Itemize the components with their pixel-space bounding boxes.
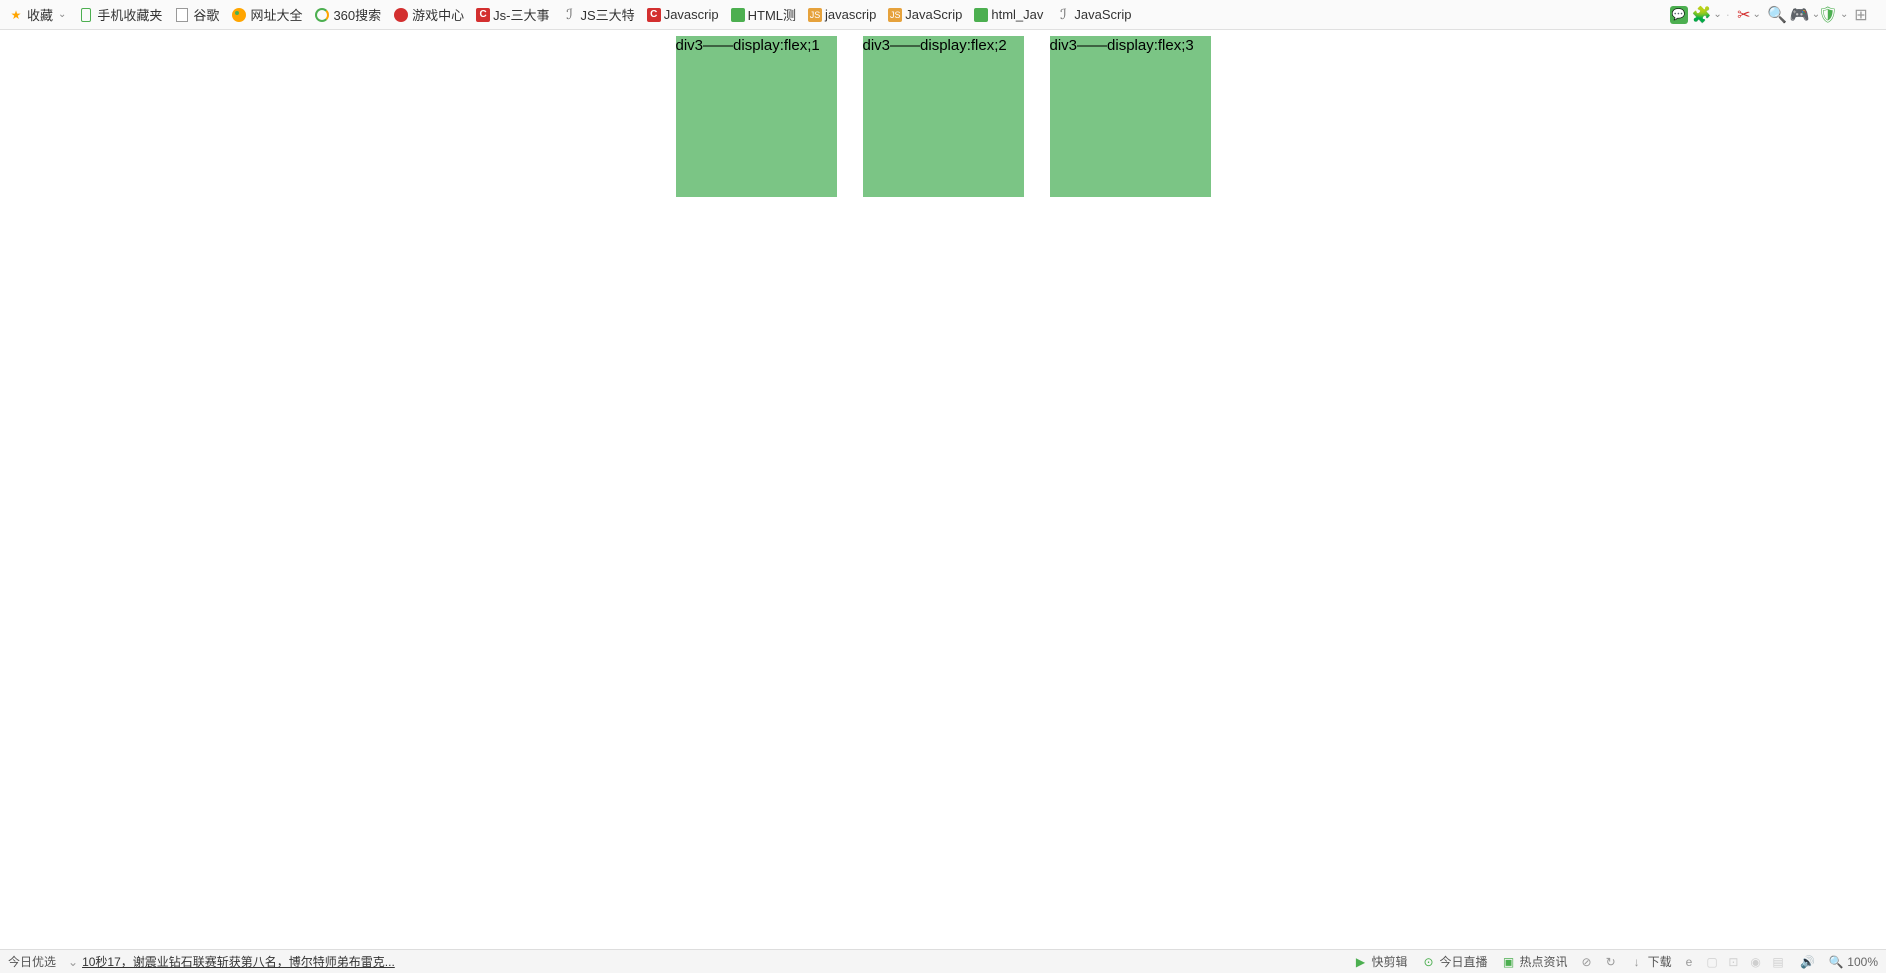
status-bar: 今日优选 ⌄ 10秒17，谢震业钻石联赛斩获第八名，博尔特师弟布雷克... ▶ … [0, 949, 1886, 973]
download-button[interactable]: ↓ 下载 [1630, 953, 1672, 970]
bookmark-javascript-2[interactable]: JS javascrip [808, 7, 876, 22]
refresh-icon[interactable]: ↻ [1606, 955, 1616, 969]
quick-clip-label: 快剪辑 [1371, 953, 1407, 970]
disabled-icon-3: ◉ [1750, 955, 1764, 969]
page-content: div3——display:flex;1 div3——display:flex;… [0, 30, 1886, 197]
hot-news-label: 热点资讯 [1520, 953, 1568, 970]
clip-icon: ▶ [1353, 955, 1367, 969]
message-icon[interactable]: 💬 [1670, 6, 1688, 24]
play-icon: ⊙ [1421, 955, 1435, 969]
bookmark-right-toolbar: 💬 🧩⌄ · ✂⌄ 🔍 🎮⌄ 🛡⌄ ⊞ [1670, 6, 1878, 24]
separator: · [1726, 7, 1730, 22]
bookmark-label: JS三大特 [581, 5, 635, 24]
download-icon: ↓ [1630, 955, 1644, 969]
flex-box-2: div3——display:flex;2 [863, 36, 1024, 197]
zoom-value: 100% [1847, 955, 1878, 969]
bookmark-favorite[interactable]: ★ 收藏 ⌄ [8, 5, 66, 24]
page-icon [174, 7, 190, 23]
bookmark-bar: ★ 收藏 ⌄ 手机收藏夹 谷歌 网址大全 360搜索 游戏中心 C Js-三大事 [0, 0, 1886, 30]
bookmark-html-test[interactable]: HTML测 [731, 5, 796, 24]
status-right-group: ▶ 快剪辑 ⊙ 今日直播 ▣ 热点资讯 ⊘ ↻ ↓ 下载 e ▢ ⊡ ◉ ▤ 🔊… [1353, 953, 1878, 970]
disabled-icon-2: ⊡ [1728, 955, 1742, 969]
bookmark-label: Js-三大事 [493, 5, 549, 24]
status-left-group: 今日优选 ⌄ 10秒17，谢震业钻石联赛斩获第八名，博尔特师弟布雷克... [8, 953, 395, 970]
green-icon [974, 8, 988, 22]
box-label: div3——display:flex;1 [676, 37, 820, 54]
bookmark-mobile-fav[interactable]: 手机收藏夹 [78, 5, 162, 24]
bookmark-label: JavaScrip [905, 7, 962, 22]
download-label: 下载 [1648, 953, 1672, 970]
bookmark-label: Javascrip [664, 7, 719, 22]
bookmark-label: html_Jav [991, 7, 1043, 22]
today-pick[interactable]: 今日优选 [8, 953, 56, 970]
bookmark-360-search[interactable]: 360搜索 [314, 5, 381, 24]
today-pick-label: 今日优选 [8, 953, 56, 970]
today-live-button[interactable]: ⊙ 今日直播 [1421, 953, 1487, 970]
chevron-down-icon: ⌄ [68, 955, 78, 969]
news-scroll[interactable]: ⌄ 10秒17，谢震业钻石联赛斩获第八名，博尔特师弟布雷克... [68, 953, 395, 970]
gamepad-icon[interactable]: 🎮⌄ [1796, 6, 1814, 24]
bookmark-game-center[interactable]: 游戏中心 [393, 5, 464, 24]
today-live-label: 今日直播 [1439, 953, 1487, 970]
box-label: div3——display:flex;3 [1050, 37, 1194, 54]
bookmark-label: 游戏中心 [412, 5, 464, 24]
game-icon [393, 7, 409, 23]
c-icon: C [476, 8, 490, 22]
bookmark-google[interactable]: 谷歌 [174, 5, 219, 24]
bookmark-label: 谷歌 [193, 5, 219, 24]
volume-icon[interactable]: 🔊 [1800, 955, 1815, 969]
news-icon: ▣ [1502, 955, 1516, 969]
flex-container: div3——display:flex;1 div3——display:flex;… [676, 36, 1211, 197]
pc-icon[interactable]: e [1686, 955, 1693, 969]
flex-box-1: div3——display:flex;1 [676, 36, 837, 197]
shield-icon[interactable]: 🛡⌄ [1824, 6, 1842, 24]
globe-icon [231, 7, 247, 23]
disabled-icon-4: ▤ [1772, 955, 1786, 969]
hot-news-button[interactable]: ▣ 热点资讯 [1502, 953, 1568, 970]
jsx-icon: JS [888, 8, 902, 22]
bookmark-js-three-lite[interactable]: ℐ JS三大特 [562, 5, 635, 24]
box-label: div3——display:flex;2 [863, 37, 1007, 54]
apps-grid-icon[interactable]: ⊞ [1852, 6, 1870, 24]
bookmark-label: javascrip [825, 7, 876, 22]
disabled-icon-1: ▢ [1706, 955, 1720, 969]
quick-clip-button[interactable]: ▶ 快剪辑 [1353, 953, 1407, 970]
zoom-control[interactable]: 🔍 100% [1829, 955, 1878, 969]
disabled-icons-group: ▢ ⊡ ◉ ▤ [1706, 955, 1786, 969]
js-icon: ℐ [1055, 7, 1071, 23]
c-icon: C [647, 8, 661, 22]
360-icon [314, 7, 330, 23]
bookmark-js-three[interactable]: C Js-三大事 [476, 5, 549, 24]
bookmark-site-nav[interactable]: 网址大全 [231, 5, 302, 24]
bookmark-label: HTML测 [748, 5, 796, 24]
star-icon: ★ [8, 7, 24, 23]
bookmark-label: 收藏 [27, 5, 53, 24]
bookmark-javascript-3[interactable]: JS JavaScrip [888, 7, 962, 22]
bookmark-left-group: ★ 收藏 ⌄ 手机收藏夹 谷歌 网址大全 360搜索 游戏中心 C Js-三大事 [8, 5, 1131, 24]
bookmark-label: 网址大全 [250, 5, 302, 24]
bookmark-label: 手机收藏夹 [97, 5, 162, 24]
bookmark-html-jav[interactable]: html_Jav [974, 7, 1043, 22]
bookmark-label: 360搜索 [333, 5, 381, 24]
mobile-icon [78, 7, 94, 23]
green-icon [731, 8, 745, 22]
scissors-icon[interactable]: ✂⌄ [1740, 6, 1758, 24]
bookmark-javascript-4[interactable]: ℐ JavaScrip [1055, 7, 1131, 23]
block-icon[interactable]: ⊘ [1582, 955, 1592, 969]
extension-icon[interactable]: 🧩⌄ [1698, 6, 1716, 24]
bookmark-javascript-1[interactable]: C Javascrip [647, 7, 719, 22]
flex-box-3: div3——display:flex;3 [1050, 36, 1211, 197]
search-icon[interactable]: 🔍 [1768, 6, 1786, 24]
chevron-down-icon: ⌄ [58, 9, 66, 20]
zoom-icon: 🔍 [1829, 955, 1843, 969]
jsx-icon: JS [808, 8, 822, 22]
bookmark-label: JavaScrip [1074, 7, 1131, 22]
news-headline: 10秒17，谢震业钻石联赛斩获第八名，博尔特师弟布雷克... [82, 953, 395, 970]
js-icon: ℐ [562, 7, 578, 23]
